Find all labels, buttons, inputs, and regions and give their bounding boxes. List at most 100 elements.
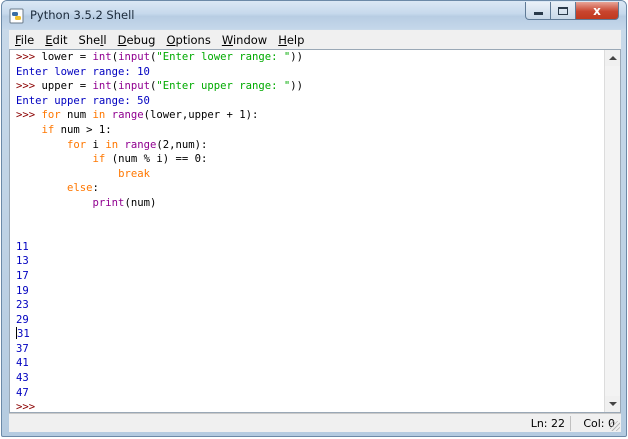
shell-line: Enter lower range: 10	[16, 65, 606, 80]
status-bar: Ln: 22 Col: 0	[9, 413, 621, 432]
shell-token: >>>	[16, 51, 42, 63]
shell-token: >>>	[16, 109, 42, 122]
shell-line: 29	[16, 313, 606, 328]
menu-help[interactable]: Help	[278, 33, 304, 47]
shell-line: >>> upper = int(input("Enter upper range…	[16, 79, 606, 94]
shell-line: >>> lower = int(input("Enter lower range…	[16, 50, 606, 65]
shell-token	[16, 153, 93, 165]
shell-output[interactable]: >>> lower = int(input("Enter lower range…	[16, 50, 606, 413]
shell-token: "Enter lower range: "	[156, 51, 291, 63]
idle-shell-window: Python 3.5.2 Shell x File Edit Shell Debug O…	[1, 0, 627, 437]
shell-line: 43	[16, 371, 606, 386]
shell-line: 19	[16, 284, 606, 299]
shell-token: num	[60, 109, 93, 122]
shell-token: 29	[16, 313, 29, 326]
scroll-up-button[interactable]	[605, 50, 620, 66]
shell-token: 31	[17, 328, 30, 341]
menu-shell[interactable]: Shell	[79, 33, 107, 47]
shell-line: break	[16, 167, 606, 182]
shell-token: 37	[16, 342, 29, 355]
shell-token: num > 1:	[54, 123, 112, 136]
shell-line: print(num)	[16, 196, 606, 211]
maximize-icon	[558, 6, 568, 15]
shell-token: 43	[16, 372, 29, 385]
menu-file[interactable]: File	[15, 33, 34, 47]
shell-token: >>>	[16, 80, 42, 93]
close-icon: x	[593, 3, 601, 18]
menu-options[interactable]: Options	[166, 33, 210, 47]
shell-line: 47	[16, 386, 606, 401]
shell-token: 17	[16, 269, 29, 282]
minimize-icon	[533, 12, 543, 15]
shell-line: Enter upper range: 50	[16, 94, 606, 109]
vertical-scrollbar[interactable]	[604, 50, 620, 412]
shell-token: ))	[290, 51, 304, 63]
shell-token: Enter upper range: 50	[16, 94, 150, 107]
shell-line: 41	[16, 356, 606, 371]
shell-line: else:	[16, 181, 606, 196]
shell-line: 37	[16, 342, 606, 357]
shell-line: >>>	[16, 400, 606, 413]
shell-token: (lower,upper + 1):	[143, 109, 259, 122]
close-button[interactable]: x	[576, 2, 619, 20]
shell-line: for i in range(2,num):	[16, 138, 606, 153]
shell-token: i	[86, 138, 106, 151]
shell-token: break	[118, 167, 150, 180]
python-app-icon	[9, 8, 24, 24]
shell-token: "Enter upper range: "	[156, 80, 291, 93]
shell-text-area[interactable]: >>> lower = int(input("Enter lower range…	[9, 49, 621, 413]
shell-line: if (num % i) == 0:	[16, 152, 606, 167]
menu-debug[interactable]: Debug	[118, 33, 156, 47]
shell-line: 13	[16, 254, 606, 269]
shell-token: range	[111, 109, 144, 122]
status-line-number: Ln: 22	[530, 417, 565, 430]
status-separator	[570, 416, 571, 431]
shell-token	[16, 168, 118, 180]
caption-buttons: x	[525, 2, 619, 20]
shell-token: range	[124, 138, 157, 151]
shell-token: Enter lower range: 10	[16, 65, 150, 78]
minimize-button[interactable]	[525, 2, 551, 20]
shell-token	[16, 139, 67, 151]
shell-token: 11	[16, 240, 29, 253]
shell-token: 13	[16, 255, 29, 268]
chevron-up-icon	[608, 56, 617, 60]
shell-token: >>>	[16, 401, 42, 413]
shell-token: for	[67, 138, 87, 151]
shell-token	[16, 182, 67, 194]
scroll-down-button[interactable]	[605, 396, 620, 412]
shell-token: for	[41, 109, 61, 122]
shell-token: in	[105, 138, 119, 151]
shell-token: ))	[290, 80, 304, 93]
resize-grip-icon[interactable]	[610, 421, 620, 431]
shell-token	[16, 197, 93, 209]
title-bar[interactable]: Python 3.5.2 Shell x	[2, 1, 626, 29]
chevron-down-icon	[608, 402, 617, 406]
shell-token: print	[92, 196, 125, 209]
shell-token: (2,num):	[156, 138, 208, 151]
shell-token: if	[41, 123, 55, 136]
menu-bar: File Edit Shell Debug Options Window Help	[9, 30, 621, 49]
menu-edit[interactable]: Edit	[45, 33, 67, 47]
shell-line: 31	[16, 327, 606, 342]
shell-line: >>> for num in range(lower,upper + 1):	[16, 108, 606, 123]
shell-token: int	[92, 80, 112, 93]
shell-token: 47	[16, 386, 29, 399]
shell-token: input	[118, 80, 150, 93]
menu-window[interactable]: Window	[222, 33, 267, 47]
shell-token: :	[92, 182, 99, 195]
window-title: Python 3.5.2 Shell	[30, 8, 135, 22]
shell-token: (num)	[124, 196, 157, 209]
shell-token: in	[92, 109, 106, 122]
shell-token: 41	[16, 357, 29, 370]
shell-token: lower =	[41, 51, 93, 63]
maximize-button[interactable]	[551, 2, 576, 20]
shell-token: 19	[16, 284, 29, 297]
shell-line: 23	[16, 298, 606, 313]
shell-line: 17	[16, 269, 606, 284]
shell-token: else	[67, 182, 93, 195]
shell-line: 11	[16, 240, 606, 255]
shell-token: (num % i) == 0:	[105, 153, 208, 166]
